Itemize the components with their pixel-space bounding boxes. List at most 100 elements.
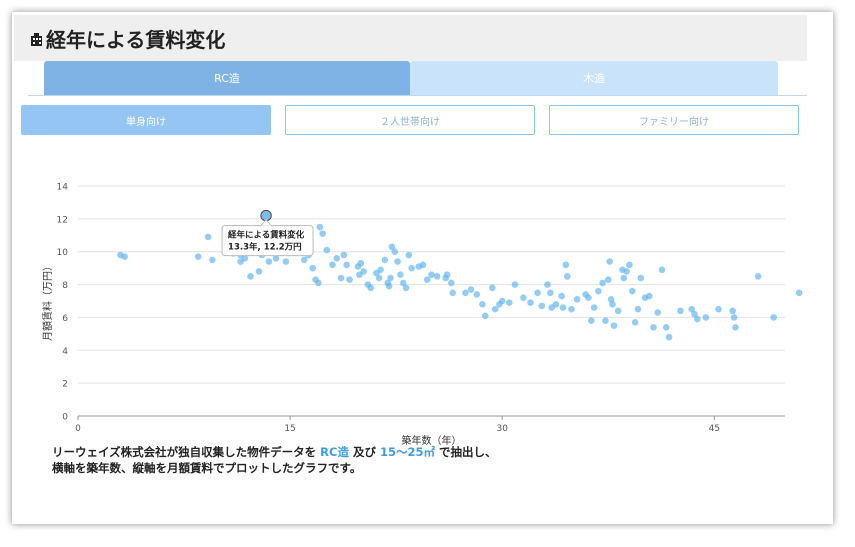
data-point xyxy=(473,291,481,298)
data-point xyxy=(375,274,383,282)
data-point xyxy=(527,299,534,306)
data-point xyxy=(337,274,345,282)
data-point xyxy=(544,281,551,288)
data-point xyxy=(604,276,612,283)
note-area: 15〜25㎡ xyxy=(380,445,436,459)
data-point xyxy=(419,261,427,269)
y-tick-label: 8 xyxy=(62,281,68,291)
data-point xyxy=(247,273,254,280)
tooltip-title: 経年による賃料変化 xyxy=(228,230,305,241)
data-point xyxy=(462,289,469,297)
note-structure: RC造 xyxy=(320,445,349,459)
x-tick-label: 15 xyxy=(284,424,295,434)
data-point xyxy=(381,256,389,264)
data-point xyxy=(346,276,353,283)
data-point xyxy=(795,289,803,297)
data-point xyxy=(433,273,441,280)
data-point xyxy=(606,258,613,265)
data-point xyxy=(255,268,263,275)
data-point xyxy=(546,289,554,297)
data-point xyxy=(498,297,506,305)
data-point xyxy=(121,253,128,260)
data-point xyxy=(631,319,639,326)
data-point xyxy=(694,315,701,323)
x-tick-label: 0 xyxy=(75,424,81,434)
data-point xyxy=(377,266,384,274)
data-point xyxy=(614,307,622,315)
data-point xyxy=(587,317,595,325)
data-point xyxy=(505,299,513,306)
y-tick-label: 4 xyxy=(62,347,68,357)
data-point xyxy=(609,300,616,308)
data-point xyxy=(702,314,710,321)
data-point xyxy=(585,294,592,302)
data-point xyxy=(715,305,722,313)
data-point xyxy=(405,251,413,259)
x-tick-label: 30 xyxy=(496,424,508,434)
data-point xyxy=(315,279,322,287)
data-point xyxy=(343,261,350,269)
data-point xyxy=(754,273,762,280)
data-point xyxy=(610,322,618,329)
data-point xyxy=(626,261,633,269)
data-point xyxy=(620,274,628,282)
data-point xyxy=(316,223,324,231)
data-point xyxy=(309,264,317,272)
data-point xyxy=(340,251,348,259)
note-line-2: 横軸を築年数、縦軸を月額賃料でプロットしたグラフです。 xyxy=(52,461,362,475)
data-point xyxy=(732,323,739,331)
data-point xyxy=(467,286,475,293)
y-tick-label: 6 xyxy=(62,314,68,324)
data-point xyxy=(658,266,666,274)
data-point xyxy=(428,271,435,279)
data-point xyxy=(654,309,662,316)
data-point xyxy=(559,304,567,311)
data-point xyxy=(634,305,642,313)
data-point xyxy=(394,258,401,265)
data-point xyxy=(595,287,602,295)
y-tick-label: 12 xyxy=(57,215,68,225)
chart-description: リーウェイズ株式会社が独自収集した物件データを RC造 及び 15〜25㎡ で抽… xyxy=(52,444,497,476)
data-point xyxy=(333,254,341,262)
data-point xyxy=(590,304,598,311)
note-text-1: リーウェイズ株式会社が独自収集した物件データを xyxy=(52,445,317,459)
note-text-3: で抽出し、 xyxy=(439,445,497,459)
data-point xyxy=(511,281,519,288)
data-point xyxy=(447,279,455,287)
data-point xyxy=(730,314,738,321)
data-point xyxy=(677,307,684,315)
data-point xyxy=(573,296,581,303)
data-point xyxy=(329,261,336,269)
data-point xyxy=(367,284,374,292)
data-point xyxy=(558,292,565,300)
data-point xyxy=(204,233,212,241)
data-point xyxy=(385,282,393,290)
data-point xyxy=(282,258,290,265)
data-point xyxy=(637,274,645,282)
data-point xyxy=(520,294,527,302)
data-point xyxy=(397,271,404,279)
data-point xyxy=(323,246,331,254)
data-point xyxy=(645,292,653,300)
data-point xyxy=(628,287,636,295)
data-point xyxy=(479,300,486,308)
tooltip-value: 13.3年, 12.2万円 xyxy=(228,242,302,253)
data-point xyxy=(209,256,216,264)
data-point xyxy=(650,323,657,331)
data-point xyxy=(729,307,736,315)
data-point xyxy=(562,261,570,269)
data-point xyxy=(402,284,410,292)
data-point xyxy=(360,268,367,275)
data-point xyxy=(538,302,546,310)
data-point xyxy=(319,230,326,237)
y-tick-label: 10 xyxy=(57,248,69,258)
data-point xyxy=(357,259,365,267)
data-point xyxy=(599,279,606,287)
data-point xyxy=(602,317,609,325)
data-point xyxy=(387,274,394,282)
y-tick-label: 2 xyxy=(62,380,68,390)
data-point xyxy=(391,248,399,256)
data-point xyxy=(552,300,560,308)
data-point xyxy=(237,258,244,265)
note-text-2: 及び xyxy=(352,445,376,459)
